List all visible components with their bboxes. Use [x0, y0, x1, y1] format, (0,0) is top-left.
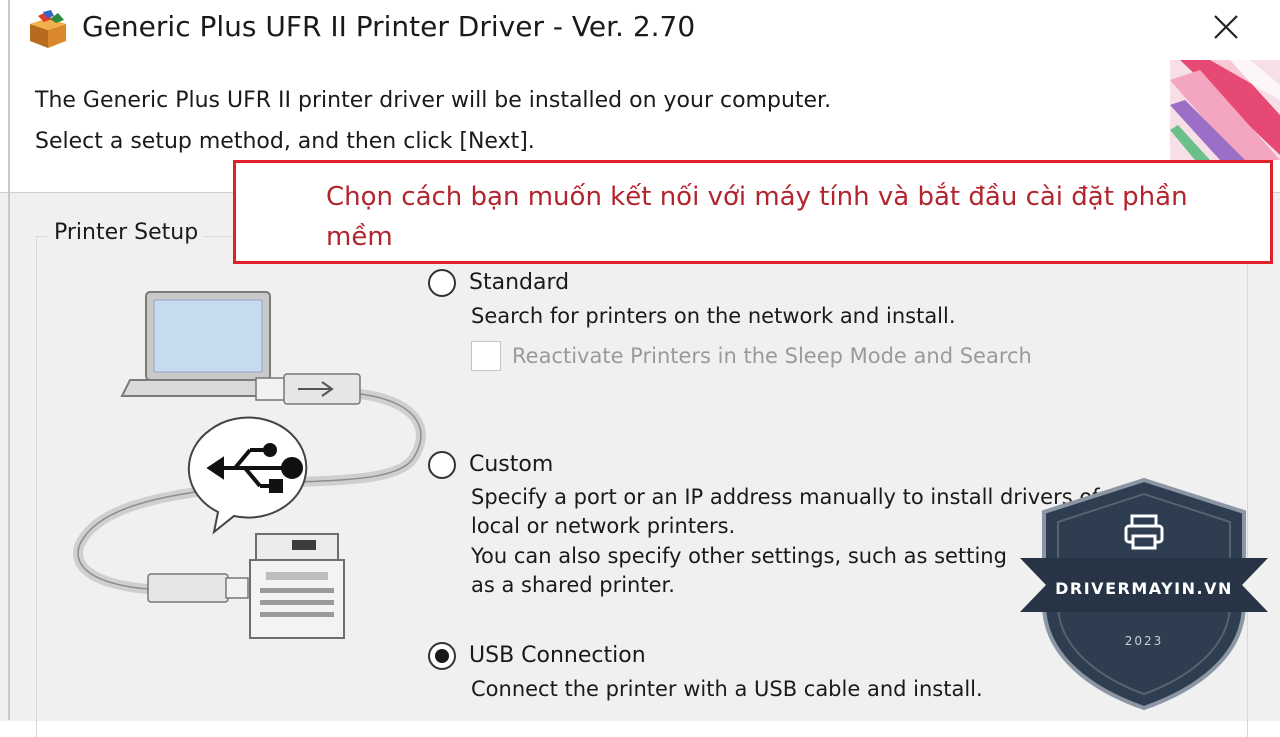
annotation-text: Chọn cách bạn muốn kết nối với máy tính … [326, 182, 1188, 252]
watermark-year: 2023 [1124, 634, 1164, 648]
close-button[interactable] [1196, 4, 1256, 50]
usb-connection-radio[interactable] [428, 642, 456, 670]
usb-connection-description: Connect the printer with a USB cable and… [471, 677, 983, 701]
reactivate-sleep-label[interactable]: Reactivate Printers in the Sleep Mode an… [512, 344, 1032, 368]
standard-label[interactable]: Standard [469, 270, 569, 295]
close-icon [1214, 15, 1238, 39]
standard-radio[interactable] [428, 269, 456, 297]
installer-box-icon [26, 10, 70, 50]
window-frame-left [8, 0, 10, 720]
intro-line-1: The Generic Plus UFR II printer driver w… [35, 88, 832, 113]
reactivate-sleep-checkbox[interactable] [471, 341, 501, 371]
intro-line-2: Select a setup method, and then click [N… [35, 129, 535, 154]
watermark-brand: DRIVERMAYIN.VN [1055, 579, 1233, 598]
annotation-callout: Chọn cách bạn muốn kết nối với máy tính … [233, 160, 1273, 264]
custom-description-line-4: as a shared printer. [471, 573, 675, 597]
laptop-usb-printer-illustration [60, 282, 430, 642]
window-title: Generic Plus UFR II Printer Driver - Ver… [82, 10, 696, 43]
custom-description-line-1: Specify a port or an IP address manually… [471, 485, 1100, 509]
watermark-badge: DRIVERMAYIN.VN 2023 [1016, 476, 1272, 712]
custom-description-line-2: local or network printers. [471, 514, 736, 538]
custom-radio[interactable] [428, 451, 456, 479]
custom-label[interactable]: Custom [469, 452, 553, 477]
custom-description-line-3: You can also specify other settings, suc… [471, 544, 1007, 568]
usb-connection-label[interactable]: USB Connection [469, 643, 646, 668]
printer-setup-label: Printer Setup [48, 220, 205, 245]
standard-description: Search for printers on the network and i… [471, 304, 956, 328]
header-banner-graphic [1170, 60, 1280, 160]
